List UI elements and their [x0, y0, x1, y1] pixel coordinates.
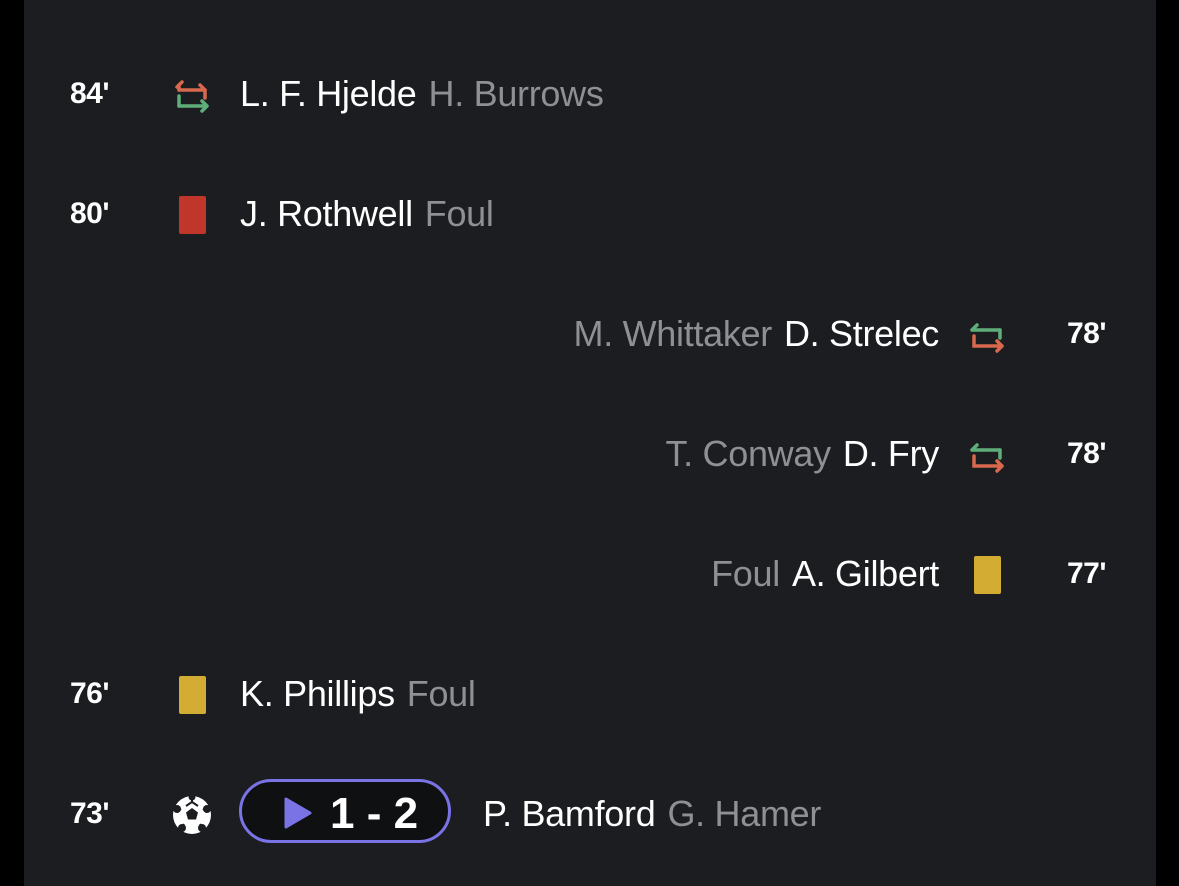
substitution-icon: [964, 312, 1010, 358]
football-icon: [169, 792, 215, 838]
event-minute: 78': [1066, 317, 1107, 350]
event-reason: Foul: [424, 193, 494, 234]
match-events-panel: 84' L. F. Hjelde H. Burrows 80' J. Rothwe…: [24, 0, 1156, 886]
player-out-name[interactable]: H. Burrows: [429, 73, 604, 114]
goal-score: 1 - 2: [330, 789, 419, 838]
event-row-yellow-card[interactable]: 76' K. Phillips Foul: [24, 664, 1156, 724]
assist-name[interactable]: G. Hamer: [667, 793, 821, 834]
player-in-name[interactable]: L. F. Hjelde: [240, 73, 417, 114]
play-icon: [282, 796, 314, 835]
yellow-card-icon: [964, 552, 1010, 598]
event-text: L. F. Hjelde H. Burrows: [240, 73, 604, 115]
event-minute: 84': [70, 77, 110, 110]
event-row-goal[interactable]: 73' 1 - 2 P. Bamford G. Hamer: [24, 779, 1156, 844]
event-row-substitution[interactable]: T. Conway D. Fry 78': [24, 424, 1156, 484]
event-text: T. Conway D. Fry: [665, 433, 939, 475]
goal-highlight-button[interactable]: 1 - 2: [239, 779, 451, 843]
player-out-name[interactable]: T. Conway: [665, 433, 831, 474]
event-minute: 78': [1066, 437, 1107, 470]
event-minute: 76': [70, 677, 110, 710]
scorer-name[interactable]: P. Bamford: [483, 793, 656, 834]
event-minute: 80': [70, 197, 110, 230]
player-name[interactable]: J. Rothwell: [240, 193, 413, 234]
player-in-name[interactable]: D. Fry: [843, 433, 939, 474]
event-minute: 77': [1066, 557, 1107, 590]
substitution-icon: [169, 72, 215, 118]
event-row-red-card[interactable]: 80' J. Rothwell Foul: [24, 184, 1156, 244]
player-out-name[interactable]: M. Whittaker: [574, 313, 773, 354]
event-row-yellow-card[interactable]: Foul A. Gilbert 77': [24, 544, 1156, 604]
player-in-name[interactable]: D. Strelec: [784, 313, 939, 354]
event-reason: Foul: [711, 553, 780, 594]
event-row-substitution[interactable]: M. Whittaker D. Strelec 78': [24, 304, 1156, 364]
event-text: P. Bamford G. Hamer: [483, 793, 821, 835]
player-name[interactable]: A. Gilbert: [792, 553, 939, 594]
event-text: M. Whittaker D. Strelec: [574, 313, 940, 355]
event-reason: Foul: [406, 673, 476, 714]
event-minute: 73': [70, 797, 110, 830]
event-row-substitution[interactable]: 84' L. F. Hjelde H. Burrows: [24, 64, 1156, 124]
event-text: Foul A. Gilbert: [711, 553, 939, 595]
player-name[interactable]: K. Phillips: [240, 673, 395, 714]
substitution-icon: [964, 432, 1010, 478]
event-text: K. Phillips Foul: [240, 673, 476, 715]
event-text: J. Rothwell Foul: [240, 193, 494, 235]
red-card-icon: [169, 192, 215, 238]
yellow-card-icon: [169, 672, 215, 718]
